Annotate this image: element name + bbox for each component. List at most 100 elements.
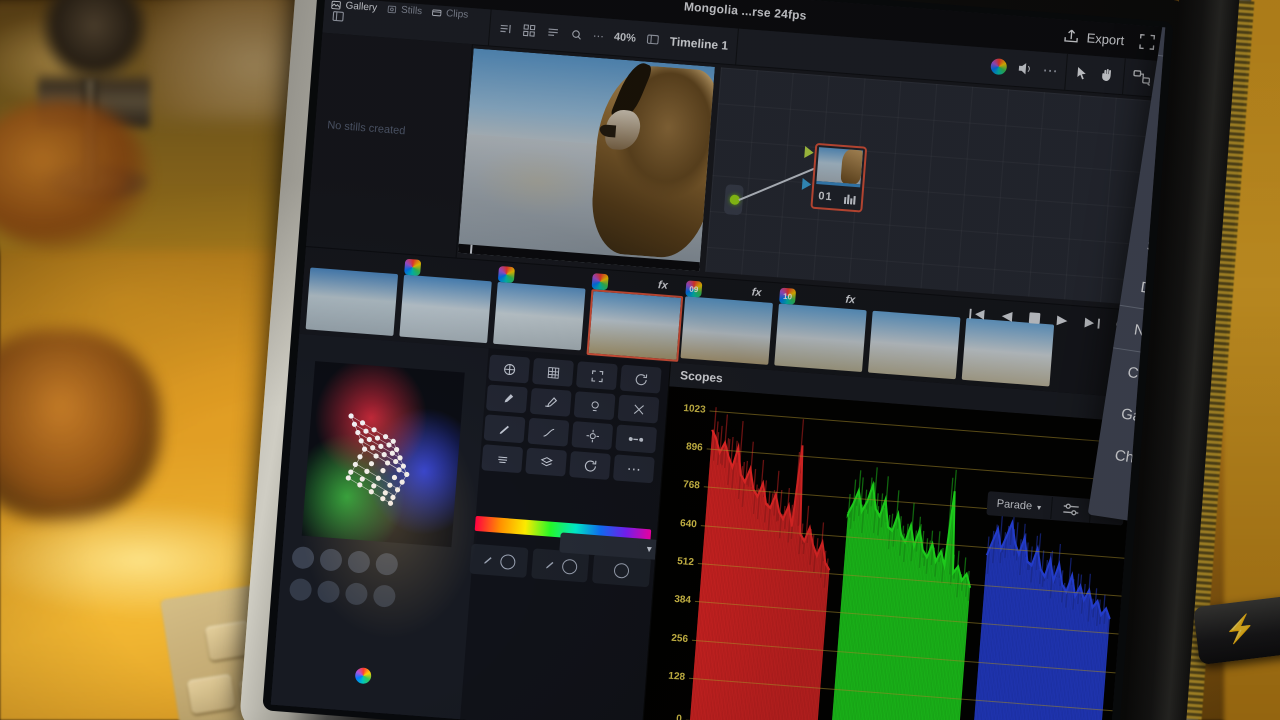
timeline-clip[interactable] — [961, 317, 1055, 387]
blur-icon[interactable] — [481, 444, 524, 474]
playhead[interactable] — [469, 244, 473, 254]
color-knob[interactable] — [319, 548, 343, 572]
eyedropper-icon[interactable] — [485, 384, 528, 414]
sliders-icon — [1063, 503, 1079, 516]
color-knob[interactable] — [344, 582, 369, 606]
color-knob-row — [279, 577, 470, 614]
curve-tool-icon[interactable] — [527, 417, 570, 447]
toolbar-mode-group — [1065, 53, 1126, 95]
keyframe-icon[interactable] — [615, 424, 658, 454]
axis-tick: 128 — [667, 670, 686, 683]
node-link-icon[interactable] — [1132, 69, 1153, 86]
clip-color-badge — [404, 258, 422, 276]
audio-speaker-icon[interactable] — [1016, 60, 1033, 77]
color-knob[interactable] — [316, 579, 341, 604]
reset-rotate-icon[interactable] — [619, 364, 662, 394]
play-reverse-icon[interactable] — [999, 309, 1014, 323]
clip-fx-indicator: fx — [845, 293, 856, 307]
ipad-device: Mongolia ...rse 24fps Export Gallery Sti… — [238, 0, 1198, 720]
color-knob[interactable] — [288, 577, 313, 602]
keyboard-key[interactable] — [186, 673, 236, 715]
fullscreen-icon[interactable] — [1137, 32, 1156, 51]
vectorscope-display — [301, 361, 465, 548]
monitor-icon[interactable] — [645, 33, 660, 48]
color-picker-icon[interactable] — [354, 667, 372, 685]
timeline-clip-selected[interactable] — [586, 289, 684, 362]
export-button[interactable]: Export — [1058, 23, 1129, 52]
axis-tick: 256 — [670, 632, 689, 645]
color-knob[interactable] — [375, 552, 399, 576]
scope-settings-button[interactable] — [1051, 496, 1092, 524]
viewer-eagle-subject — [588, 58, 715, 261]
scope-type-dropdown[interactable]: Parade ▾ — [985, 492, 1053, 520]
color-wheel-icon[interactable] — [990, 58, 1008, 76]
invert-icon[interactable] — [617, 394, 660, 424]
timeline-clip[interactable] — [680, 296, 773, 365]
magic-mask-icon[interactable] — [488, 354, 531, 384]
grid-mask-icon[interactable] — [532, 357, 574, 387]
scope-graph-area[interactable]: 1023 896 768 640 512 384 256 128 0 Parad… — [642, 386, 1135, 720]
clip-color-badge-09: 09 — [685, 280, 703, 298]
chevron-down-icon: ▾ — [1036, 502, 1042, 512]
resolve-app: Mongolia ...rse 24fps Export Gallery Sti… — [270, 0, 1166, 720]
qualifier-more-dots-icon[interactable]: ⋯ — [612, 454, 655, 484]
grid-view-icon[interactable] — [522, 23, 537, 38]
cursor-arrow-icon[interactable] — [1074, 65, 1090, 81]
eagle-beak — [599, 124, 617, 138]
search-icon[interactable] — [570, 27, 584, 41]
skip-to-end-icon[interactable] — [1083, 315, 1101, 329]
preset-dropdown-value — [566, 537, 570, 548]
hand-pan-icon[interactable] — [1099, 66, 1116, 83]
reset-circle-icon[interactable] — [569, 450, 611, 480]
tracker-icon[interactable] — [571, 421, 614, 451]
zoom-level[interactable]: 40% — [613, 31, 636, 45]
color-knob[interactable] — [347, 550, 371, 574]
pen-tool-icon[interactable] — [483, 414, 526, 444]
node-input-arrow — [804, 146, 815, 159]
color-panel — [270, 333, 489, 720]
viewer[interactable] — [457, 48, 715, 272]
node-footer: 01 — [813, 186, 862, 210]
timeline-clip[interactable] — [305, 267, 399, 337]
clip-color-badge — [591, 273, 609, 291]
ipad-screen: Mongolia ...rse 24fps Export Gallery Sti… — [270, 0, 1166, 720]
gallery-empty-message: No stills created — [326, 119, 406, 138]
lightning-bolt-icon: ⚡ — [1222, 612, 1258, 646]
bottom-panels: ⋯ ▾ Scopes 1023 896 768 640 512 384 256 … — [270, 333, 1137, 720]
picker-minus-icon[interactable] — [529, 387, 572, 417]
color-knob[interactable] — [291, 545, 315, 570]
list-view-icon[interactable] — [546, 25, 561, 40]
play-forward-icon[interactable] — [1055, 313, 1070, 327]
timeline-clip[interactable] — [399, 274, 492, 344]
split-screen-icon[interactable] — [498, 21, 513, 36]
clip-color-badge — [497, 265, 515, 284]
timeline-clip[interactable] — [867, 310, 961, 380]
clip-fx-indicator: fx — [751, 286, 762, 300]
timeline-clip[interactable] — [493, 281, 586, 351]
color-knob[interactable] — [372, 584, 397, 608]
axis-tick: 640 — [679, 517, 698, 531]
parade-svg — [688, 407, 1111, 720]
color-lattice-overlay — [345, 413, 410, 506]
softness-icon[interactable] — [573, 391, 616, 421]
chevron-down-icon: ▾ — [646, 543, 653, 555]
timeline-clip[interactable] — [774, 303, 867, 373]
screenshot-root: ⚡ Mongolia ...rse 24fps Export Gallery S… — [0, 0, 1280, 720]
node-graph[interactable]: 01 — [705, 67, 1160, 306]
export-upload-icon — [1064, 29, 1079, 43]
parade-waveform — [684, 390, 1134, 720]
stack-icon[interactable] — [525, 447, 568, 477]
hue-control[interactable] — [469, 543, 529, 578]
titlebar-actions: Export — [1058, 23, 1157, 54]
timeline-name[interactable]: Timeline 1 — [669, 34, 728, 52]
scope-type-label: Parade — [996, 497, 1033, 513]
stop-icon[interactable] — [1027, 311, 1042, 326]
toolbar-more-dots-icon[interactable]: ⋯ — [592, 29, 604, 43]
resize-icon[interactable] — [575, 361, 618, 391]
color-knob-row — [281, 545, 472, 582]
skip-to-start-icon[interactable] — [968, 307, 986, 321]
viewer-more-dots-icon[interactable]: ⋯ — [1042, 61, 1058, 80]
node-output-arrow — [801, 177, 812, 191]
node-01[interactable]: 01 — [810, 142, 868, 213]
tab-clips-label: Clips — [445, 8, 469, 21]
